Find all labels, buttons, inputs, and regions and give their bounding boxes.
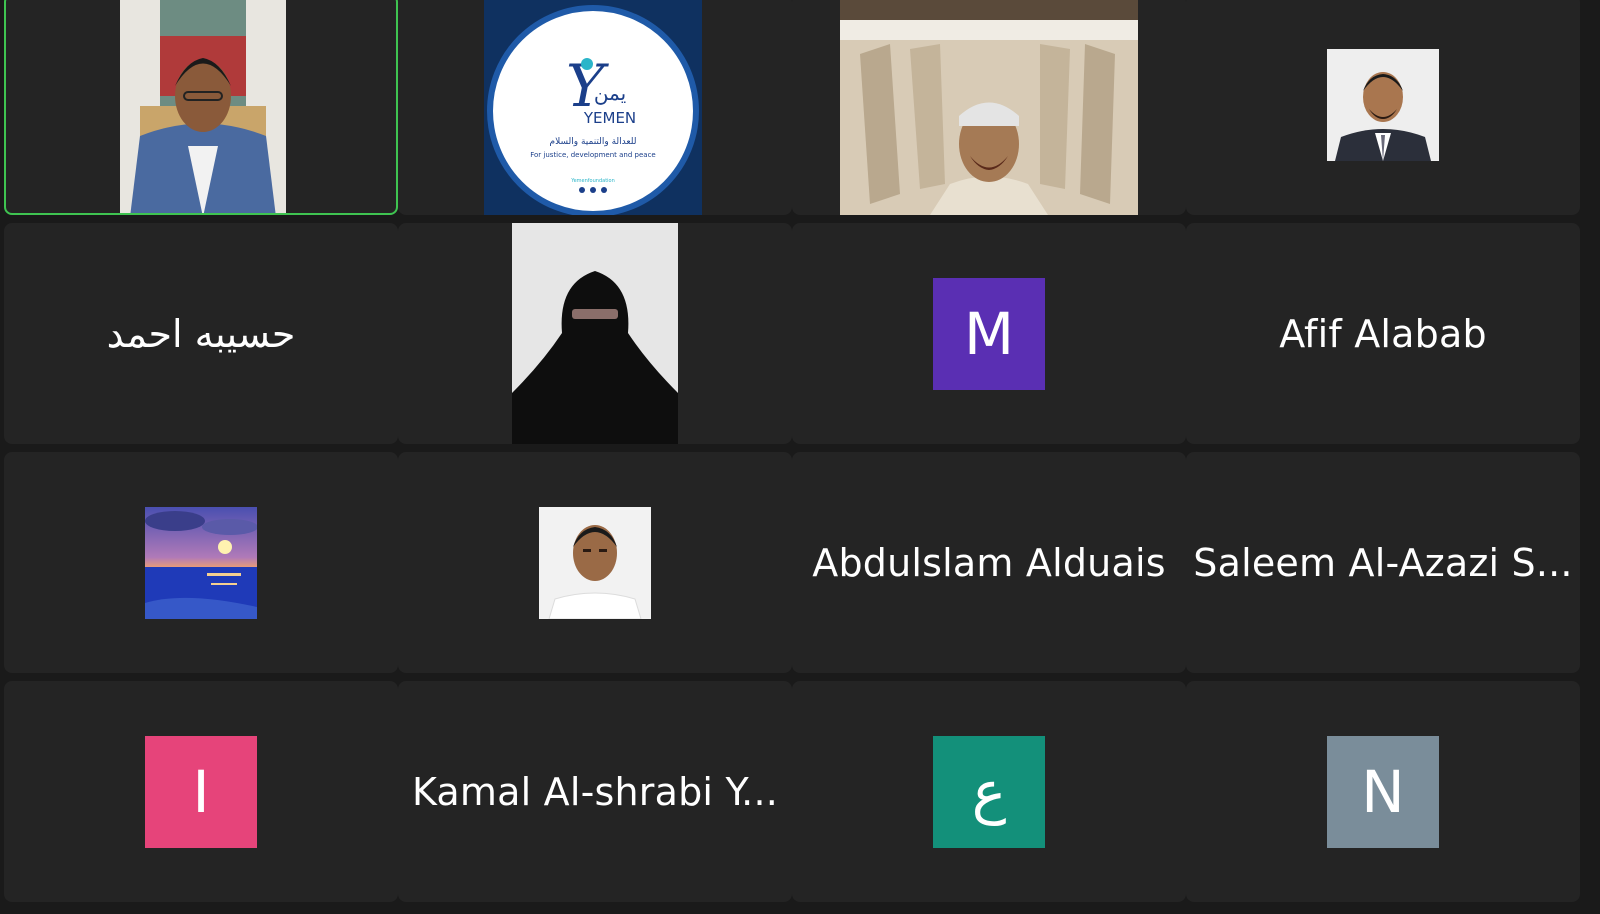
participant-tile-name[interactable]: حسيبه احمد xyxy=(4,223,398,444)
participant-name: Afif Alabab xyxy=(1279,311,1487,356)
participant-tile-name[interactable]: Afif Alabab xyxy=(1186,223,1580,444)
participant-tile-name[interactable]: Kamal Al-shrabi Y... xyxy=(398,681,792,902)
participant-avatar-initial: ع xyxy=(933,735,1045,848)
participant-profile-photo xyxy=(145,506,257,619)
participant-avatar-initial: M xyxy=(933,277,1045,390)
logo-handle: Yemenfoundation xyxy=(570,178,615,184)
participant-tile-photo[interactable] xyxy=(398,223,792,444)
participant-avatar-initial: N xyxy=(1327,735,1439,848)
participant-tile-initial[interactable]: I xyxy=(4,681,398,902)
logo-arabic-tagline: للعدالة والتنمية والسلام xyxy=(550,137,637,147)
participant-profile-photo xyxy=(1327,48,1439,161)
participant-tile-initial[interactable]: ع xyxy=(792,681,1186,902)
logo-english-name: YEMEN xyxy=(583,109,636,127)
participant-tile-name[interactable]: Abdulslam Alduais xyxy=(792,452,1186,673)
participant-name: Abdulslam Alduais xyxy=(812,540,1166,585)
participant-tile-photo[interactable] xyxy=(398,452,792,673)
logo-arabic-name: يمن xyxy=(594,81,626,105)
participant-tile-photo[interactable] xyxy=(4,452,398,673)
participant-tile-logo[interactable]: Y يمن YEMEN للعدالة والتنمية والسلام For… xyxy=(398,0,792,215)
participant-tile-name[interactable]: Saleem Al-Azazi S... xyxy=(1186,452,1580,673)
participant-name: حسيبه احمد xyxy=(106,311,296,356)
participant-tile-video[interactable] xyxy=(792,0,1186,215)
participant-tile-photo[interactable] xyxy=(1186,0,1580,215)
participant-video xyxy=(120,0,286,213)
logo-english-tagline: For justice, development and peace xyxy=(530,151,655,159)
participant-video xyxy=(840,0,1138,215)
participant-profile-photo xyxy=(512,223,678,444)
participant-name: Saleem Al-Azazi S... xyxy=(1193,540,1573,585)
participant-tile-initial[interactable]: N xyxy=(1186,681,1580,902)
participant-profile-photo xyxy=(539,506,651,619)
participant-tile-active-speaker[interactable] xyxy=(4,0,398,215)
participant-logo-image: Y يمن YEMEN للعدالة والتنمية والسلام For… xyxy=(484,0,702,215)
participant-name: Kamal Al-shrabi Y... xyxy=(411,769,779,814)
participant-tile-initial[interactable]: M xyxy=(792,223,1186,444)
participant-video-image xyxy=(840,0,1138,215)
participant-avatar-initial: I xyxy=(145,735,257,848)
participant-video-image xyxy=(120,0,286,213)
